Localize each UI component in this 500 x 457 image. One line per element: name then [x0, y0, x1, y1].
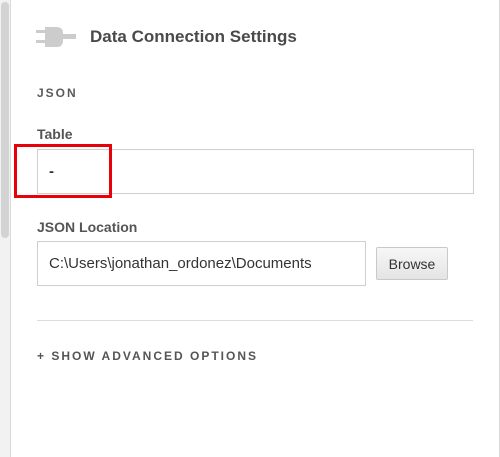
show-advanced-options-link[interactable]: + SHOW ADVANCED OPTIONS	[37, 349, 258, 363]
data-connection-settings-window: Data Connection Settings JSON Table JSON…	[0, 0, 500, 457]
browse-button[interactable]: Browse	[376, 247, 448, 280]
panel-header: Data Connection Settings	[36, 22, 297, 52]
table-input[interactable]	[37, 149, 474, 194]
json-location-input[interactable]	[37, 241, 366, 286]
page-title: Data Connection Settings	[90, 27, 297, 46]
scrollbar-thumb[interactable]	[1, 2, 9, 238]
settings-panel: Data Connection Settings JSON Table JSON…	[11, 0, 499, 457]
json-location-label: JSON Location	[37, 219, 138, 235]
scrollbar[interactable]	[0, 0, 11, 457]
divider	[37, 320, 473, 321]
plug-icon	[36, 24, 76, 50]
section-label-json: JSON	[37, 86, 78, 100]
table-label: Table	[37, 126, 73, 142]
